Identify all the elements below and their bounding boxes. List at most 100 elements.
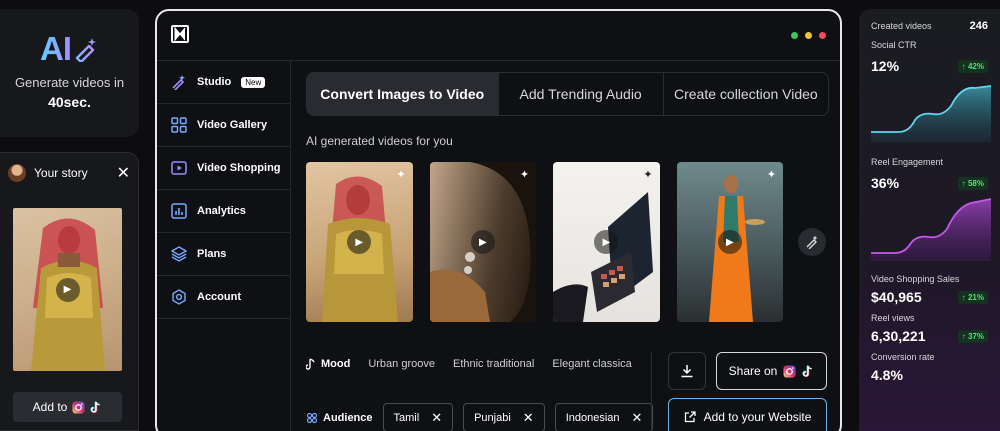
reel-views-row: 6,30,221 ↑ 37% [871,328,988,344]
add-to-social-button[interactable]: Add to [13,392,122,422]
audience-chip[interactable]: Punjabi ✕ [463,403,545,431]
created-videos-row: Created videos 246 [871,19,988,33]
sparkle-icon: ✦ [643,169,653,181]
audience-row: Audience Tamil ✕ Punjabi ✕ Indonesian ✕ [306,403,654,431]
avatar [8,164,26,182]
instagram-icon [783,364,796,378]
video-card[interactable]: ✦ ▶ [306,162,413,322]
brand-logo-icon [171,25,189,43]
remove-icon[interactable]: ✕ [523,410,534,426]
sidebar-item-label: Video Gallery [197,119,268,131]
grid-icon [170,117,187,134]
video-card[interactable]: ✦ ▶ [676,162,784,322]
magic-wand-icon [170,74,187,91]
social-ctr-row: 12% ↑ 42% [871,58,988,74]
add-to-website-button[interactable]: Add to your Website [668,398,827,431]
story-video-thumbnail[interactable]: ▶ [13,208,122,371]
tab-convert-images[interactable]: Convert Images to Video [307,73,498,115]
settings-hexagon-icon [170,289,187,306]
ai-logo-text: AI [40,30,72,67]
ai-logo: AI [40,30,99,67]
audience-icon [306,412,318,423]
mood-option[interactable]: Ethnic traditional [453,358,534,370]
download-icon [681,365,693,378]
social-ctr-label: Social CTR [871,40,917,50]
bar-chart-icon [170,203,187,220]
mood-option[interactable]: Elegant classica [552,358,632,370]
tiktok-icon [802,365,813,377]
sidebar-item-plans[interactable]: Plans [157,233,290,276]
video-card[interactable]: ✦ ▶ [429,162,537,322]
sparkle-icon: ✦ [396,169,406,181]
story-header: Your story ✕ [0,153,138,193]
music-note-icon [306,358,315,370]
tab-collection-video[interactable]: Create collection Video [662,73,828,115]
audience-label: Audience [306,412,373,424]
audience-chip[interactable]: Tamil ✕ [382,403,454,431]
tiktok-icon [90,401,101,413]
video-card[interactable]: ✦ ▶ [553,162,660,322]
video-shopping-change-text: 21% [967,292,984,302]
sidebar-item-label: Analytics [197,205,246,217]
play-icon[interactable]: ▶ [717,230,742,254]
mood-row: Mood Urban groove Ethnic traditional Ele… [306,358,632,370]
studio-window: Studio New Video Gallery Video Shopping … [155,9,842,431]
mood-label-text: Mood [321,358,351,370]
chip-label: Indonesian [565,411,620,424]
story-title: Your story [34,166,88,180]
sidebar-item-label: Plans [197,248,227,260]
conversion-value: 4.8% [871,367,903,383]
magic-wand-icon [806,235,818,249]
close-icon[interactable]: ✕ [117,163,130,183]
stats-panel: Created videos 246 Social CTR 12% ↑ 42% … [859,9,1000,431]
reel-engagement-sparkline [871,198,992,261]
play-icon[interactable]: ▶ [55,277,80,302]
sidebar-item-studio[interactable]: Studio New [157,61,290,104]
reel-views-change-text: 37% [967,331,984,341]
section-title: AI generated videos for you [306,134,453,148]
ai-subtitle: Generate videos in [14,75,125,90]
reel-engagement-row: 36% ↑ 58% [871,175,988,191]
mood-option[interactable]: Urban groove [368,358,435,370]
created-videos-label: Created videos [871,21,932,31]
window-dot-red[interactable] [819,32,826,39]
add-to-website-label: Add to your Website [703,410,812,424]
sparkle-icon: ✦ [519,169,530,181]
sidebar: Studio New Video Gallery Video Shopping … [157,61,291,431]
window-dot-green[interactable] [791,32,798,39]
chip-label: Tamil [393,411,420,424]
external-link-icon [684,411,696,423]
layers-icon [170,246,187,263]
mood-label: Mood [306,358,350,370]
reel-views-value: 6,30,221 [871,328,926,344]
tab-bar: Convert Images to Video Add Trending Aud… [306,72,829,116]
conversion-label: Conversion rate [871,352,935,362]
main-content: Convert Images to Video Add Trending Aud… [306,72,829,431]
share-label: Share on [728,364,778,378]
chip-label: Punjabi [474,411,511,424]
sidebar-item-video-shopping[interactable]: Video Shopping [157,147,290,190]
magic-edit-button[interactable] [798,228,826,256]
instagram-icon [72,400,85,414]
remove-icon[interactable]: ✕ [431,410,442,426]
reel-views-change: ↑ 37% [957,329,988,343]
sidebar-item-video-gallery[interactable]: Video Gallery [157,104,290,147]
window-dot-yellow[interactable] [805,32,812,39]
social-ctr-sparkline [871,85,992,142]
play-icon[interactable]: ▶ [470,230,495,254]
download-button[interactable] [668,352,706,390]
reel-engagement-label: Reel Engagement [871,157,944,167]
sidebar-item-analytics[interactable]: Analytics [157,190,290,233]
tab-trending-audio[interactable]: Add Trending Audio [497,73,663,115]
audience-chip[interactable]: Indonesian ✕ [554,403,654,431]
video-shopping-change: ↑ 21% [957,290,988,304]
social-ctr-change: ↑ 42% [957,59,988,73]
sidebar-item-account[interactable]: Account [157,276,290,319]
window-titlebar [157,11,840,61]
reel-engagement-change: ↑ 58% [957,176,988,190]
remove-icon[interactable]: ✕ [632,410,643,426]
video-shopping-value: $40,965 [871,289,922,305]
ai-promo-card: AI Generate videos in 40sec. [0,9,139,137]
new-badge: New [241,76,266,88]
share-on-button[interactable]: Share on [716,352,827,390]
